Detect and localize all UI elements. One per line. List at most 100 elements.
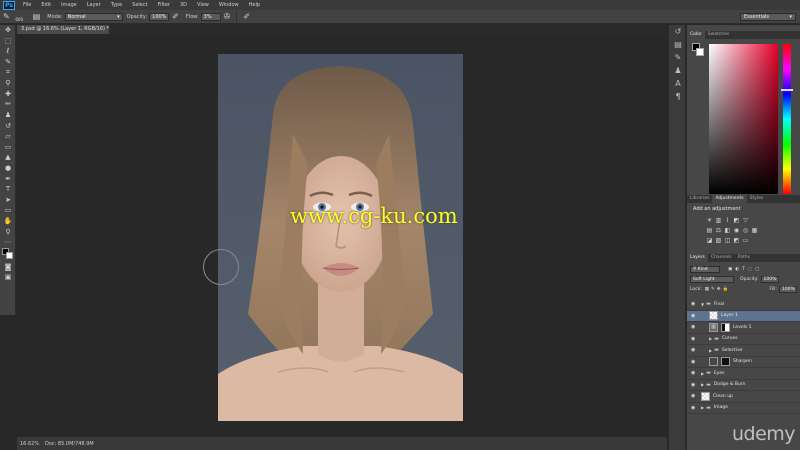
menu-help[interactable]: Help bbox=[244, 2, 265, 8]
chevron-right-icon[interactable]: ▶ bbox=[701, 371, 704, 376]
menu-3d[interactable]: 3D bbox=[175, 2, 192, 8]
background-color-swatch[interactable] bbox=[6, 252, 13, 260]
layer-row[interactable]: ◉ ▶ ▬ Dodge & Burn bbox=[687, 380, 800, 391]
menu-type[interactable]: Type bbox=[106, 2, 127, 8]
move-tool-icon[interactable]: ✥ bbox=[0, 25, 16, 36]
photo-filter-icon[interactable]: ◉ bbox=[732, 225, 741, 235]
eye-icon[interactable]: ◉ bbox=[691, 301, 695, 307]
curves-icon[interactable]: ⌇ bbox=[723, 215, 732, 225]
eye-icon[interactable]: ◉ bbox=[691, 336, 695, 342]
brush-panel-toggle-icon[interactable]: ▤ bbox=[33, 12, 41, 21]
brightness-contrast-icon[interactable]: ☀ bbox=[705, 215, 714, 225]
layer-opacity-field[interactable]: 100% bbox=[760, 275, 779, 283]
filter-type-icons[interactable]: ▣◐T⬚▢ bbox=[728, 267, 762, 272]
tab-color[interactable]: Color bbox=[687, 31, 705, 39]
brush-tool-icon[interactable]: ✎ bbox=[3, 12, 10, 21]
tab-paths[interactable]: Paths bbox=[735, 254, 753, 262]
crop-tool-icon[interactable]: ⌗ bbox=[0, 67, 16, 78]
paragraph-panel-icon[interactable]: ¶ bbox=[669, 90, 687, 103]
eye-icon[interactable]: ◉ bbox=[691, 347, 695, 353]
blur-tool-icon[interactable]: ▲ bbox=[0, 152, 16, 163]
brush-preset-picker[interactable]: 600 bbox=[13, 12, 26, 22]
character-panel-icon[interactable]: A bbox=[669, 77, 687, 90]
kind-filter-select[interactable]: ⚲ Kind bbox=[690, 265, 720, 273]
color-swatches[interactable] bbox=[0, 247, 16, 261]
eye-icon[interactable]: ◉ bbox=[691, 393, 695, 399]
color-balance-icon[interactable]: ⚖ bbox=[714, 225, 723, 235]
history-panel-icon[interactable]: ↺ bbox=[669, 25, 687, 38]
fill-field[interactable]: 100% bbox=[779, 285, 797, 293]
gradient-tool-icon[interactable]: ▭ bbox=[0, 142, 16, 153]
marquee-tool-icon[interactable]: ⬚ bbox=[0, 36, 16, 47]
canvas-area[interactable]: www.cg-ku.com bbox=[17, 34, 667, 437]
more-tools-icon[interactable]: ⋯ bbox=[0, 237, 16, 248]
blend-mode-select[interactable]: Soft Light bbox=[690, 275, 734, 283]
layer-row[interactable]: ◉ ▶ ▬ Eyes bbox=[687, 368, 800, 380]
lasso-tool-icon[interactable]: ℓ bbox=[0, 46, 16, 57]
chevron-down-icon[interactable]: ▼ bbox=[701, 302, 704, 307]
type-tool-icon[interactable]: T bbox=[0, 184, 16, 195]
layer-row[interactable]: ◉ ▶ ▬ Curves bbox=[687, 334, 800, 345]
flow-field[interactable]: 3% bbox=[200, 12, 221, 21]
layer-row[interactable]: ◉ ▶ ▬ Selective bbox=[687, 345, 800, 357]
levels-icon[interactable]: ▥ bbox=[714, 215, 723, 225]
tab-swatches[interactable]: Swatches bbox=[705, 31, 733, 39]
menu-window[interactable]: Window bbox=[214, 2, 244, 8]
mode-select[interactable]: Normal ▾ bbox=[64, 12, 123, 21]
clone-source-panel-icon[interactable]: ♟ bbox=[669, 64, 687, 77]
clone-stamp-tool-icon[interactable]: ♟ bbox=[0, 110, 16, 121]
opacity-field[interactable]: 100% bbox=[149, 12, 170, 21]
gradient-map-icon[interactable]: ▭ bbox=[741, 235, 750, 245]
quick-select-tool-icon[interactable]: ✎ bbox=[0, 57, 16, 68]
dodge-tool-icon[interactable]: ● bbox=[0, 163, 16, 174]
layer-row[interactable]: ◉ Sharpen bbox=[687, 357, 800, 368]
menu-layer[interactable]: Layer bbox=[82, 2, 106, 8]
black-white-icon[interactable]: ◧ bbox=[723, 225, 732, 235]
layer-row[interactable]: ◉ Layer 1 bbox=[687, 310, 800, 322]
layer-row[interactable]: ◉ ▥ Levels 1 bbox=[687, 322, 800, 334]
pressure-opacity-icon[interactable]: ✐ bbox=[172, 12, 179, 21]
invert-icon[interactable]: ◪ bbox=[705, 235, 714, 245]
threshold-icon[interactable]: ◫ bbox=[723, 235, 732, 245]
selective-color-icon[interactable]: ◩ bbox=[732, 235, 741, 245]
background-color-swatch[interactable] bbox=[696, 48, 704, 56]
quick-mask-icon[interactable]: ◙ bbox=[0, 261, 16, 272]
history-brush-tool-icon[interactable]: ↺ bbox=[0, 120, 16, 131]
layer-row[interactable]: ◉ Clean up bbox=[687, 391, 800, 403]
channel-mixer-icon[interactable]: ◎ bbox=[741, 225, 750, 235]
pen-tool-icon[interactable]: ✒ bbox=[0, 173, 16, 184]
properties-panel-icon[interactable]: ▤ bbox=[669, 38, 687, 51]
eye-icon[interactable]: ◉ bbox=[691, 382, 695, 388]
hue-slider[interactable] bbox=[783, 44, 791, 194]
menu-image[interactable]: Image bbox=[56, 2, 82, 8]
workspace-select[interactable]: Essentials ▾ bbox=[740, 13, 796, 21]
color-picker-field[interactable] bbox=[709, 44, 778, 194]
hue-slider-handle[interactable] bbox=[781, 89, 793, 91]
eye-icon[interactable]: ◉ bbox=[691, 324, 695, 330]
zoom-tool-icon[interactable]: ⚲ bbox=[0, 226, 16, 237]
tab-channels[interactable]: Channels bbox=[708, 254, 735, 262]
hand-tool-icon[interactable]: ✋ bbox=[0, 216, 16, 227]
menu-file[interactable]: File bbox=[18, 2, 36, 8]
tab-adjustments[interactable]: Adjustments bbox=[712, 195, 747, 203]
tab-libraries[interactable]: Libraries bbox=[687, 195, 712, 203]
posterize-icon[interactable]: ▨ bbox=[714, 235, 723, 245]
vibrance-icon[interactable]: ▽ bbox=[741, 215, 750, 225]
tab-styles[interactable]: Styles bbox=[747, 195, 767, 203]
menu-view[interactable]: View bbox=[192, 2, 214, 8]
brush-panel-icon[interactable]: ✎ bbox=[669, 51, 687, 64]
shape-tool-icon[interactable]: ▭ bbox=[0, 205, 16, 216]
menu-edit[interactable]: Edit bbox=[36, 2, 56, 8]
healing-brush-tool-icon[interactable]: ✚ bbox=[0, 89, 16, 100]
menu-select[interactable]: Select bbox=[127, 2, 152, 8]
chevron-right-icon[interactable]: ▶ bbox=[701, 405, 704, 410]
path-select-tool-icon[interactable]: ➤ bbox=[0, 195, 16, 206]
layer-row[interactable]: ◉ ▶ ▬ Image bbox=[687, 403, 800, 414]
document-tab[interactable]: 3.psd @ 16.6% (Layer 1, RGB/16) * bbox=[17, 25, 109, 34]
eye-icon[interactable]: ◉ bbox=[691, 405, 695, 411]
eye-icon[interactable]: ◉ bbox=[691, 370, 695, 376]
layer-row[interactable]: ◉ ▼ ▬ Final bbox=[687, 299, 800, 311]
chevron-right-icon[interactable]: ▶ bbox=[709, 348, 712, 353]
zoom-level[interactable]: 16.62% bbox=[17, 441, 39, 447]
hue-saturation-icon[interactable]: ▤ bbox=[705, 225, 714, 235]
